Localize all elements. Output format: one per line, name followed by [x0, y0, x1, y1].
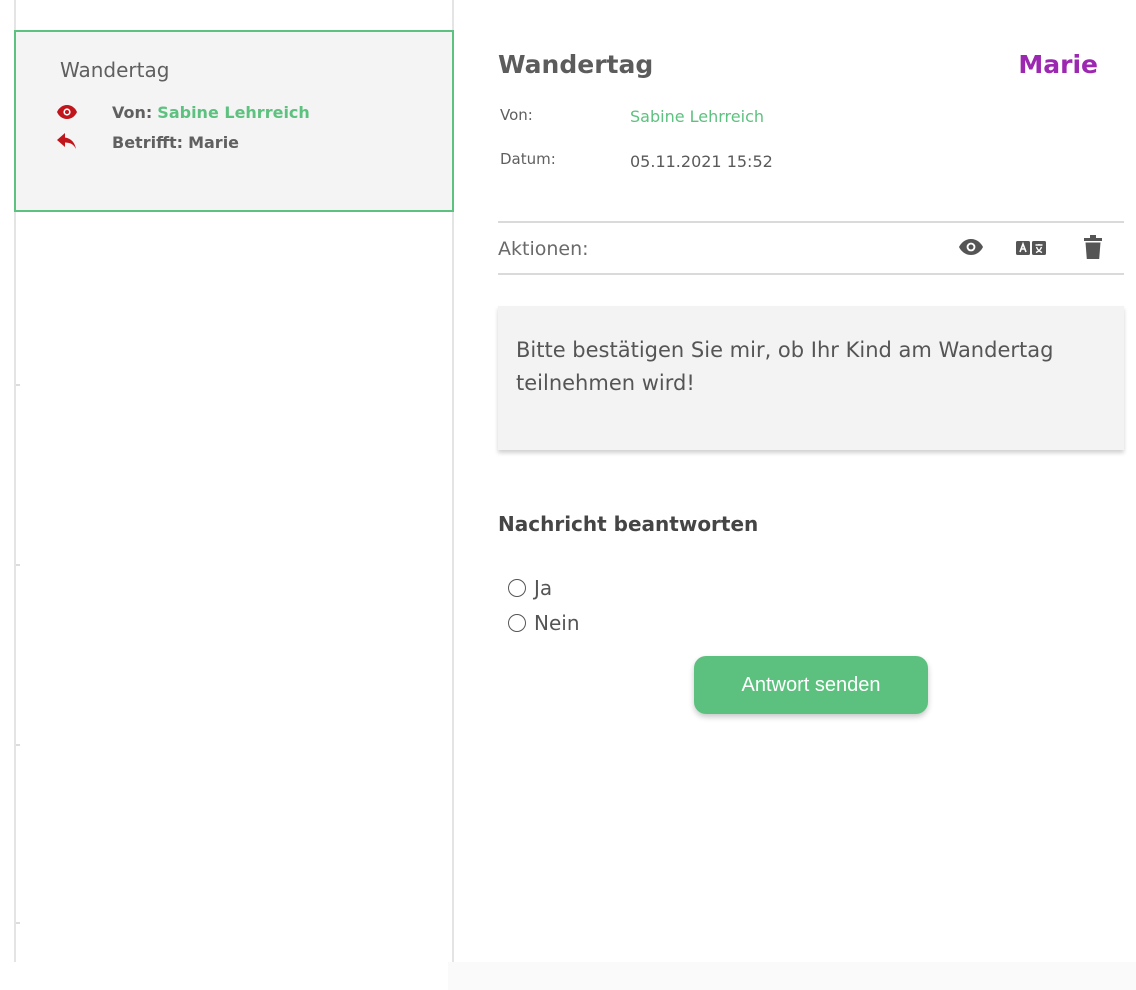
radio-button[interactable]	[508, 614, 526, 632]
translate-button[interactable]	[1016, 235, 1046, 263]
from-name: Sabine Lehrreich	[157, 102, 310, 122]
list-divider	[16, 384, 20, 386]
trash-icon	[1084, 235, 1102, 263]
eye-icon	[56, 102, 78, 122]
message-list-item[interactable]: Wandertag Von: Sabine Lehrreich Betrifft…	[14, 30, 454, 212]
radio-label: Ja	[534, 576, 553, 600]
message-title: Wandertag	[498, 50, 654, 79]
radio-option-nein[interactable]: Nein	[508, 611, 580, 635]
list-item-from: Von: Sabine Lehrreich	[56, 102, 310, 122]
list-item-regarding: Betrifft: Marie	[56, 132, 239, 152]
bottom-strip	[20, 962, 1136, 990]
from-label: Von:	[112, 102, 153, 122]
actions-label: Aktionen:	[498, 238, 589, 260]
regarding-label: Betrifft:	[112, 132, 184, 152]
list-divider	[16, 922, 20, 924]
from-meta-label: Von:	[500, 106, 533, 124]
list-item-title: Wandertag	[60, 58, 170, 82]
regarding-name: Marie	[188, 132, 240, 152]
radio-option-ja[interactable]: Ja	[508, 576, 552, 600]
message-text: Bitte bestätigen Sie mir, ob Ihr Kind am…	[516, 338, 1054, 395]
radio-button[interactable]	[508, 579, 526, 597]
translate-icon	[1016, 240, 1046, 259]
date-meta-label: Datum:	[500, 150, 556, 168]
message-date: 05.11.2021 15:52	[630, 152, 773, 171]
send-reply-label: Antwort senden	[741, 673, 881, 696]
reply-heading: Nachricht beantworten	[498, 512, 759, 536]
delete-button[interactable]	[1078, 235, 1108, 263]
list-divider	[16, 564, 20, 566]
list-divider	[16, 744, 20, 746]
recipient-name: Marie	[1018, 50, 1098, 79]
message-body: Bitte bestätigen Sie mir, ob Ihr Kind am…	[498, 306, 1124, 450]
sender-name: Sabine Lehrreich	[630, 107, 764, 126]
radio-label: Nein	[534, 611, 580, 635]
mark-read-button[interactable]	[956, 235, 986, 263]
reply-icon	[56, 132, 78, 152]
eye-icon	[959, 239, 983, 259]
actions-bar: Aktionen:	[498, 221, 1124, 275]
send-reply-button[interactable]: Antwort senden	[694, 656, 928, 714]
